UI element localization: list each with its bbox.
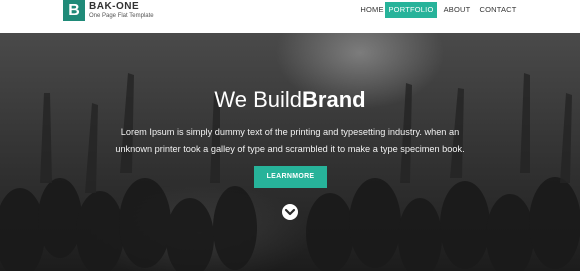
learn-more-button[interactable]: LEARNMORE bbox=[254, 166, 327, 188]
logo-title: BAK-ONE bbox=[89, 1, 140, 12]
headline-thin: We Build bbox=[214, 87, 303, 112]
site-header: B BAK-ONE One Page Flat Template HOME PO… bbox=[0, 0, 580, 33]
nav-item-portfolio[interactable]: PORTFOLIO bbox=[385, 2, 437, 18]
chevron-down-circle-icon[interactable] bbox=[282, 204, 298, 220]
hero-headline: We BuildBrand bbox=[0, 86, 580, 114]
logo-subtitle: One Page Flat Template bbox=[89, 13, 154, 19]
chevron-down-icon bbox=[284, 208, 296, 216]
nav-item-about[interactable]: ABOUT bbox=[440, 2, 474, 18]
hero-section: We BuildBrand Lorem Ipsum is simply dumm… bbox=[0, 33, 580, 271]
nav-item-contact[interactable]: CONTACT bbox=[478, 2, 518, 18]
logo-mark[interactable]: B bbox=[63, 0, 85, 21]
headline-bold: Brand bbox=[302, 87, 366, 112]
nav-item-home[interactable]: HOME bbox=[355, 2, 389, 18]
logo-text[interactable]: BAK-ONE One Page Flat Template bbox=[89, 1, 154, 20]
hero-lead-text: Lorem Ipsum is simply dummy text of the … bbox=[115, 127, 465, 154]
